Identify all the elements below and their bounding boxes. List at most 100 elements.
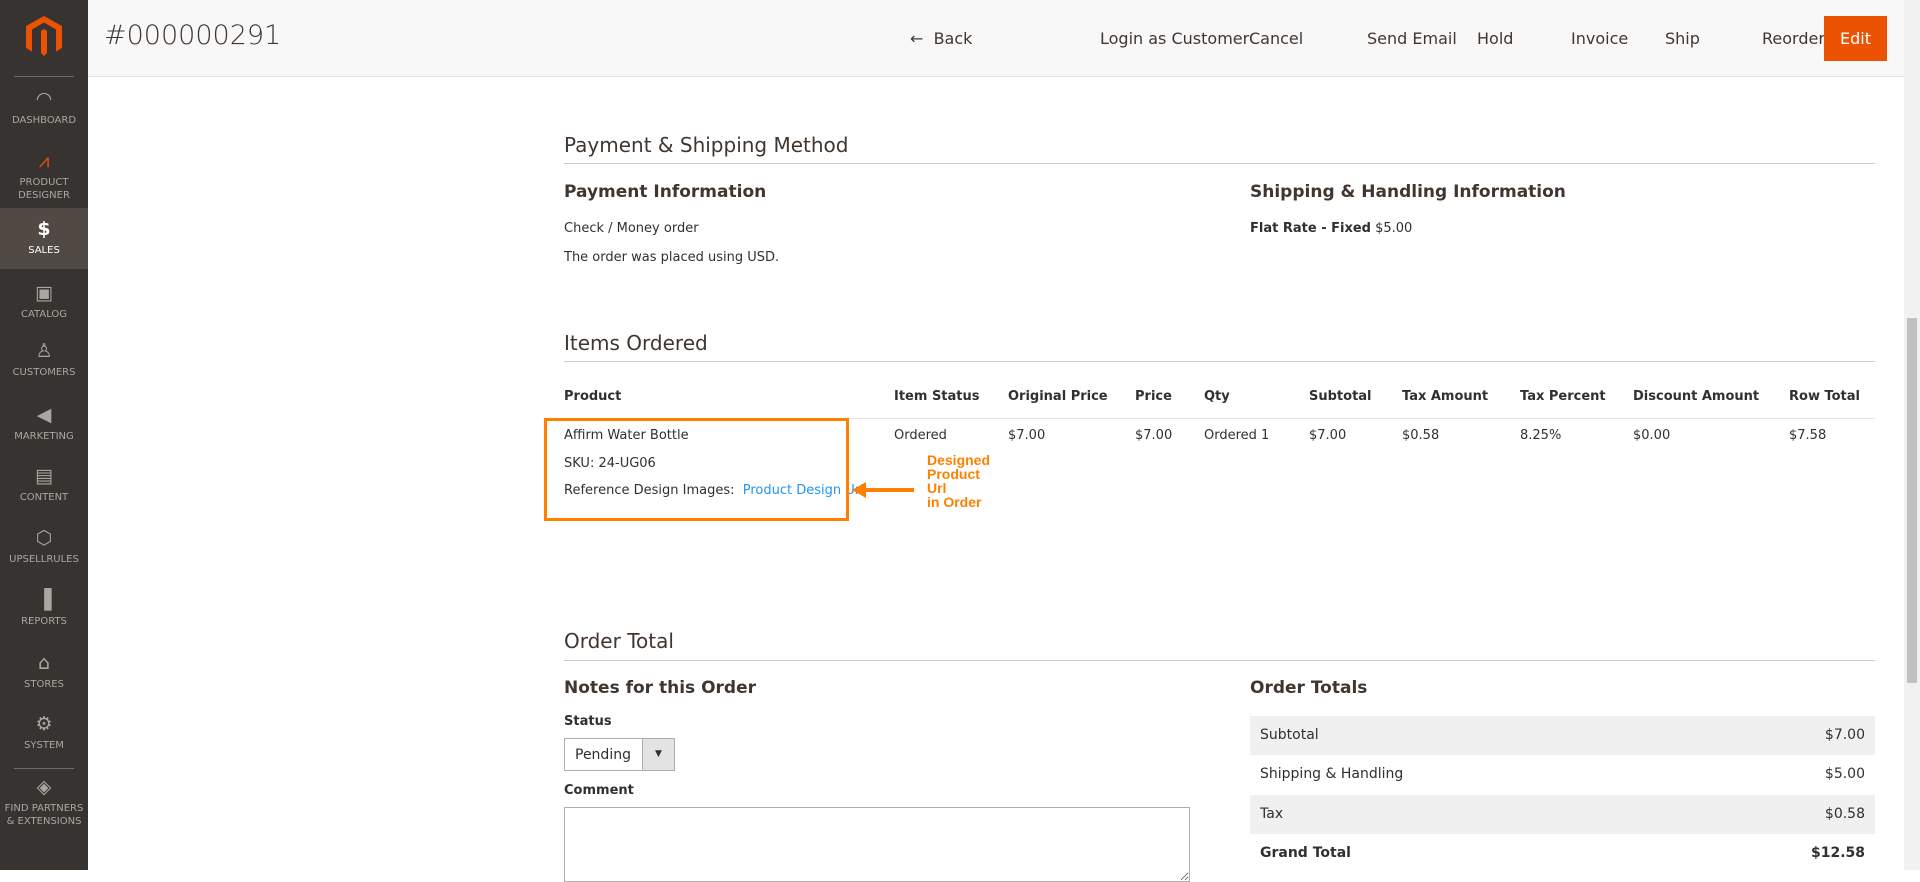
sidebar-label: Content — [19, 492, 69, 503]
totals-label: Shipping & Handling — [1260, 766, 1404, 782]
lego-block-icon: ◈ — [36, 776, 52, 798]
shipping-info-title: Shipping & Handling Information — [1250, 182, 1566, 202]
send-email-button[interactable]: Send Email — [1367, 16, 1457, 61]
sidebar-item-sales[interactable]: $ Sales — [0, 208, 88, 269]
column-header: Subtotal — [1309, 389, 1372, 404]
chevron-down-icon: ▼ — [642, 739, 674, 770]
totals-label: Subtotal — [1260, 727, 1319, 743]
row-total: $7.58 — [1789, 428, 1827, 443]
sidebar-label: Marketing — [14, 431, 74, 442]
sidebar-item-content[interactable]: ▤ Content — [0, 465, 88, 504]
divider — [564, 660, 1875, 661]
section-title: Items Ordered — [564, 331, 708, 355]
status-value: Pending — [575, 747, 631, 763]
back-button[interactable]: ← Back — [910, 16, 972, 61]
sidebar: ◠ Dashboard ⩘ Product Designer $ Sales ▣ Cat… — [0, 0, 88, 870]
hold-button[interactable]: Hold — [1477, 16, 1513, 61]
login-as-customer-button[interactable]: Login as Customer — [1100, 16, 1249, 61]
comment-textarea[interactable] — [564, 807, 1190, 882]
qty: Ordered 1 — [1204, 428, 1270, 443]
sidebar-label: Product Designer — [18, 177, 70, 201]
tax-amount: $0.58 — [1402, 428, 1440, 443]
sidebar-item-reports[interactable]: ▐ Reports — [0, 589, 88, 628]
sidebar-label: System — [24, 740, 64, 751]
original-price: $7.00 — [1008, 428, 1046, 443]
annotation-line: Product — [927, 466, 980, 482]
notes-title: Notes for this Order — [564, 678, 756, 698]
column-header: Item Status — [894, 389, 980, 404]
box-icon: ▣ — [35, 282, 53, 304]
order-totals-title: Order Totals — [1250, 678, 1368, 698]
column-header: Product — [564, 389, 622, 404]
status-select[interactable]: Pending ▼ — [564, 738, 675, 771]
totals-row-grand-total: Grand Total $12.58 — [1250, 834, 1875, 873]
status-label: Status — [564, 714, 612, 729]
section-title: Payment & Shipping Method — [564, 133, 849, 157]
totals-value: $0.58 — [1824, 806, 1865, 822]
sidebar-label: Customers — [12, 367, 76, 378]
magento-logo[interactable] — [26, 16, 62, 56]
sidebar-item-stores[interactable]: ⌂ Stores — [0, 652, 88, 691]
speedometer-icon: ◠ — [35, 88, 53, 110]
discount-amount: $0.00 — [1633, 428, 1671, 443]
edit-button[interactable]: Edit — [1824, 16, 1887, 61]
sidebar-label: Stores — [24, 679, 64, 690]
sidebar-divider — [14, 768, 74, 769]
annotation-line: Designed — [927, 452, 991, 468]
reorder-button[interactable]: Reorder — [1762, 16, 1825, 61]
totals-label: Tax — [1260, 806, 1284, 822]
cancel-button[interactable]: Cancel — [1249, 16, 1303, 61]
column-header: Price — [1135, 389, 1172, 404]
sidebar-item-catalog[interactable]: ▣ Catalog — [0, 282, 88, 321]
sidebar-label: Sales — [28, 245, 60, 256]
annotation-arrow-icon — [852, 482, 914, 498]
annotation-line: in Order — [927, 494, 982, 510]
currency-note: The order was placed using USD. — [564, 250, 780, 265]
layout-icon: ▤ — [35, 465, 53, 487]
sidebar-item-product-designer[interactable]: ⩘ Product Designer — [0, 150, 88, 202]
section-title: Order Total — [564, 629, 674, 653]
sidebar-item-marketing[interactable]: ◀ Marketing — [0, 404, 88, 443]
totals-value: $12.58 — [1810, 845, 1865, 861]
back-label: Back — [933, 29, 973, 48]
invoice-button[interactable]: Invoice — [1571, 16, 1628, 61]
price: $7.00 — [1135, 428, 1173, 443]
totals-value: $7.00 — [1824, 727, 1865, 743]
annotation-highlight-box — [544, 418, 849, 521]
sidebar-item-find-partners[interactable]: ◈ Find Partners & Extensions — [0, 776, 88, 828]
shipping-method: Flat Rate - Fixed $5.00 — [1250, 221, 1412, 236]
tax-percent: 8.25% — [1520, 428, 1562, 443]
bar-chart-icon: ▐ — [36, 589, 52, 611]
arrow-left-icon: ← — [910, 29, 934, 48]
payment-info-title: Payment Information — [564, 182, 767, 202]
ship-button[interactable]: Ship — [1665, 16, 1700, 61]
sidebar-divider — [14, 76, 74, 77]
sidebar-label: Dashboard — [11, 115, 77, 126]
comment-label: Comment — [564, 783, 634, 798]
scrollbar-thumb[interactable] — [1907, 318, 1917, 683]
column-header: Discount Amount — [1633, 389, 1760, 404]
item-status: Ordered — [894, 428, 947, 443]
annotation-line: Url — [927, 480, 947, 496]
sidebar-item-system[interactable]: ⚙ System — [0, 713, 88, 752]
sidebar-item-upsellrules[interactable]: ⬡ Upsellrules — [0, 527, 88, 566]
column-header: Original Price — [1008, 389, 1108, 404]
totals-label: Grand Total — [1260, 845, 1351, 861]
totals-value: $5.00 — [1824, 766, 1865, 782]
sidebar-item-dashboard[interactable]: ◠ Dashboard — [0, 88, 88, 127]
column-header: Tax Percent — [1520, 389, 1606, 404]
totals-row-tax: Tax $0.58 — [1250, 795, 1875, 834]
totals-row-subtotal: Subtotal $7.00 — [1250, 716, 1875, 755]
payment-method: Check / Money order — [564, 221, 699, 236]
megaphone-icon: ◀ — [36, 404, 52, 426]
column-header: Qty — [1204, 389, 1230, 404]
shipping-price: $5.00 — [1375, 221, 1413, 236]
sidebar-item-customers[interactable]: ♙ Customers — [0, 340, 88, 379]
person-icon: ♙ — [35, 340, 53, 362]
storefront-icon: ⌂ — [37, 652, 51, 674]
annotation-text: Designed Product Url in Order — [927, 453, 990, 509]
sidebar-label: Find Partners & Extensions — [4, 803, 84, 827]
dollar-icon: $ — [37, 218, 51, 240]
hexagon-icon: ⬡ — [35, 527, 53, 549]
totals-row-shipping: Shipping & Handling $5.00 — [1250, 755, 1875, 794]
